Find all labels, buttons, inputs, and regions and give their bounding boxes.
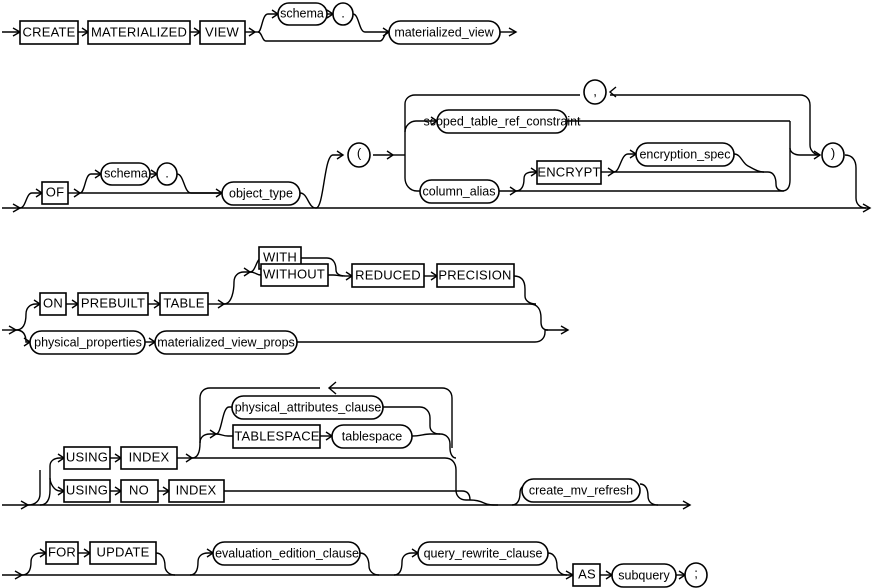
node-schema-2-label: schema [104,166,148,180]
node-lparen[interactable]: ( [347,142,371,168]
node-physical-properties[interactable]: physical_properties [29,330,146,355]
node-evaluation-edition-clause-label: evaluation_edition_clause [215,546,359,560]
node-semicolon-label: ; [694,565,698,580]
node-precision-label: PRECISION [438,267,511,282]
node-physical-attributes-clause-label: physical_attributes_clause [235,400,382,414]
node-semicolon[interactable]: ; [684,562,708,588]
node-rparen-label: ) [831,145,835,160]
node-tablespace-var[interactable]: tablespace [331,424,413,449]
node-materialized-view-label: materialized_view [394,25,494,39]
node-create-mv-refresh[interactable]: create_mv_refresh [521,478,641,503]
node-without[interactable]: WITHOUT [260,263,329,287]
node-materialized[interactable]: MATERIALIZED [87,20,191,45]
node-index-1[interactable]: INDEX [120,446,178,470]
node-dot-1[interactable]: . [332,2,354,26]
node-with-label: WITH [263,249,297,264]
node-tablespace-var-label: tablespace [342,429,403,443]
node-using-1-label: USING [66,449,108,464]
node-no[interactable]: NO [120,479,159,503]
node-using-1[interactable]: USING [63,446,111,470]
node-lparen-label: ( [357,145,362,160]
node-as[interactable]: AS [572,563,601,587]
node-comma[interactable]: , [583,79,607,105]
node-object-type[interactable]: object_type [221,181,301,206]
node-physical-attributes-clause[interactable]: physical_attributes_clause [231,395,384,420]
node-evaluation-edition-clause[interactable]: evaluation_edition_clause [212,541,361,566]
node-column-alias[interactable]: column_alias [419,179,500,204]
node-dot-2[interactable]: . [156,162,178,186]
node-query-rewrite-clause-label: query_rewrite_clause [424,546,543,560]
node-view[interactable]: VIEW [199,20,246,45]
node-table-label: TABLE [163,295,204,310]
node-materialized-view-props-label: materialized_view_props [157,335,295,349]
node-table[interactable]: TABLE [159,292,209,316]
node-schema-2[interactable]: schema [100,162,151,186]
node-physical-properties-label: physical_properties [34,335,142,349]
node-encrypt-label: ENCRYPT [537,164,600,179]
node-using-2-label: USING [66,482,108,497]
node-encrypt[interactable]: ENCRYPT [536,160,602,185]
syntax-diagram-canvas: CREATE MATERIALIZED VIEW schema . materi… [2,2,872,588]
node-create-label: CREATE [23,24,76,39]
node-subquery[interactable]: subquery [611,563,677,588]
node-column-alias-label: column_alias [423,184,496,198]
node-of[interactable]: OF [41,181,69,205]
node-update[interactable]: UPDATE [89,541,157,565]
node-on[interactable]: ON [39,292,67,316]
node-materialized-label: MATERIALIZED [91,24,187,39]
node-create[interactable]: CREATE [19,20,79,45]
node-as-label: AS [578,566,596,581]
node-reduced[interactable]: REDUCED [351,263,425,288]
node-query-rewrite-clause[interactable]: query_rewrite_clause [417,541,549,566]
node-scoped-table-ref-constraint[interactable]: scoped_table_ref_constraint [423,109,581,134]
node-comma-label: , [593,83,597,98]
node-dot-1-label: . [341,5,345,20]
node-rparen[interactable]: ) [821,142,845,168]
node-prebuilt[interactable]: PREBUILT [77,292,149,316]
node-tablespace-keyword-label: TABLESPACE [234,428,319,443]
node-no-label: NO [129,482,149,497]
node-schema-1[interactable]: schema [277,2,328,26]
node-using-2[interactable]: USING [63,479,111,503]
node-index-2[interactable]: INDEX [168,479,225,503]
node-tablespace-keyword[interactable]: TABLESPACE [232,424,321,449]
node-subquery-label: subquery [618,568,670,582]
node-prebuilt-label: PREBUILT [81,295,145,310]
node-on-label: ON [43,295,63,310]
node-scoped-table-ref-constraint-label: scoped_table_ref_constraint [423,114,581,128]
node-for[interactable]: FOR [45,541,79,565]
node-materialized-view[interactable]: materialized_view [388,20,501,45]
node-of-label: OF [46,184,64,199]
node-schema-1-label: schema [280,6,324,20]
node-encryption-spec[interactable]: encryption_spec [635,142,735,167]
node-encryption-spec-label: encryption_spec [639,147,730,161]
node-materialized-view-props[interactable]: materialized_view_props [154,330,298,355]
node-update-label: UPDATE [97,544,150,559]
node-reduced-label: REDUCED [355,267,421,282]
node-precision[interactable]: PRECISION [436,263,515,288]
node-dot-2-label: . [165,165,169,180]
node-index-2-label: INDEX [176,482,217,497]
node-for-label: FOR [48,544,76,559]
node-object-type-label: object_type [229,186,293,200]
node-create-mv-refresh-label: create_mv_refresh [529,483,633,497]
node-index-1-label: INDEX [129,449,170,464]
railroad-diagram: CREATE MATERIALIZED VIEW schema . materi… [0,0,878,588]
node-view-label: VIEW [205,24,240,39]
node-without-label: WITHOUT [263,266,325,281]
